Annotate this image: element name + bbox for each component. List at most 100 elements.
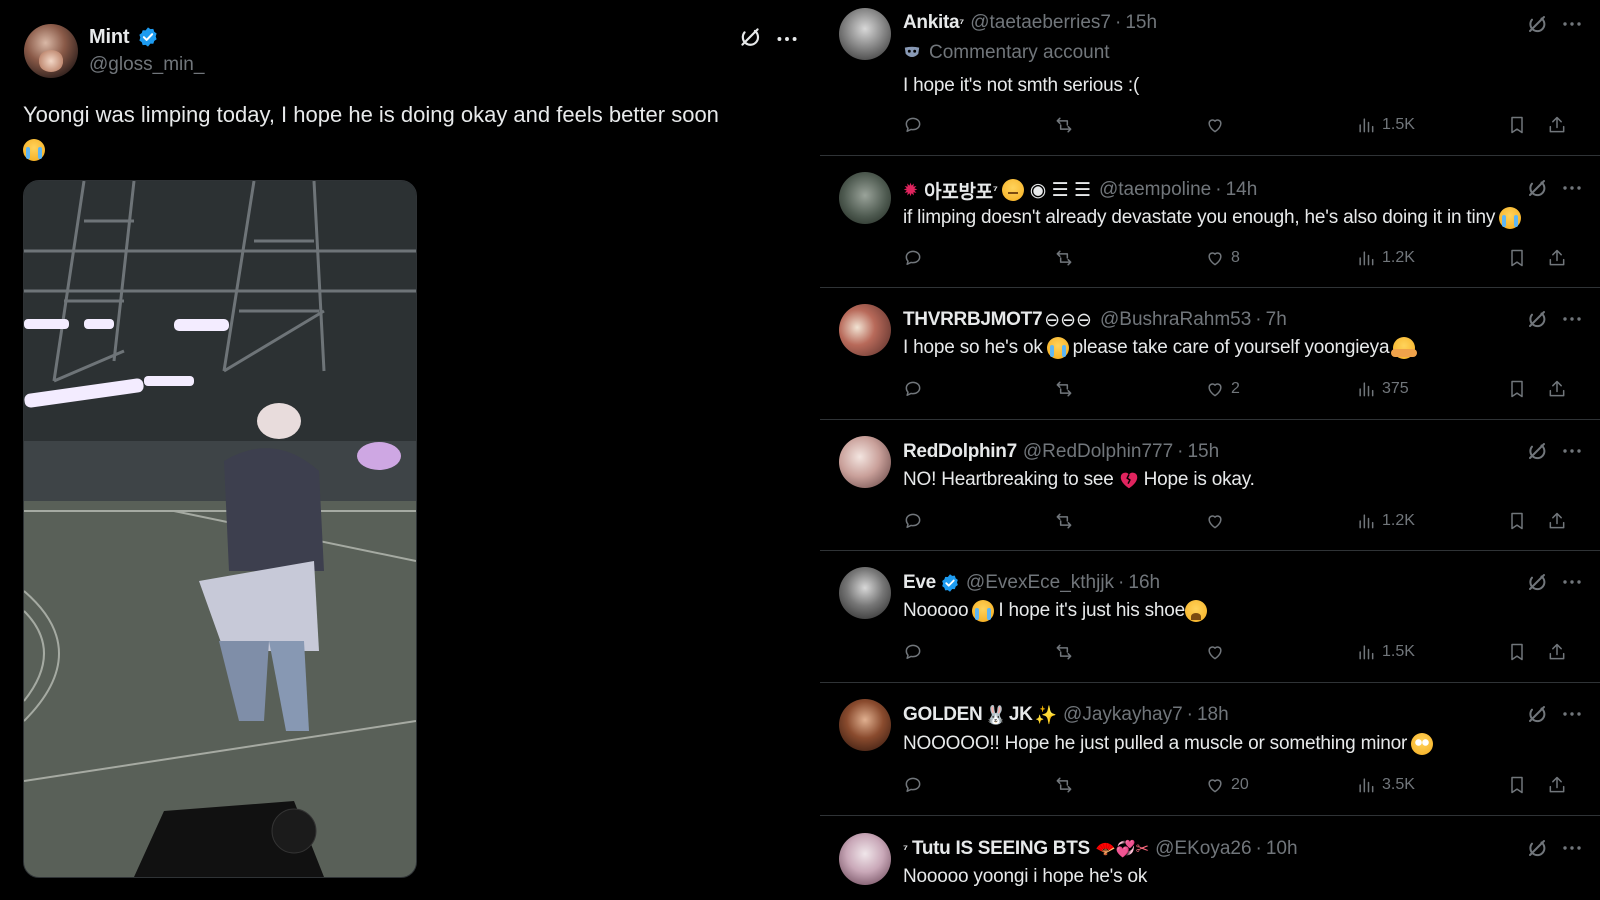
- like-button[interactable]: 20: [1205, 775, 1249, 795]
- bookmark-button[interactable]: [1507, 115, 1527, 135]
- like-button[interactable]: 2: [1205, 379, 1240, 399]
- avatar[interactable]: [24, 24, 78, 78]
- reply-author-name[interactable]: Ankita: [903, 12, 960, 34]
- reply-actions: 8 1.2K: [903, 248, 1593, 272]
- views-button[interactable]: 375: [1356, 379, 1409, 399]
- avatar[interactable]: [839, 8, 891, 60]
- avatar[interactable]: [839, 172, 891, 224]
- repost-icon: [1056, 381, 1072, 397]
- more-icon[interactable]: [774, 26, 800, 52]
- reply-author-name[interactable]: THVRRBJMOT7: [903, 309, 1043, 331]
- reply-time[interactable]: 15h: [1187, 441, 1219, 463]
- avatar[interactable]: [839, 436, 891, 488]
- author-handle[interactable]: @gloss_min_: [89, 54, 204, 76]
- share-button[interactable]: [1547, 248, 1567, 268]
- broken-heart-icon: [1120, 472, 1137, 489]
- repost-button[interactable]: [1054, 642, 1074, 662]
- reply-author-name[interactable]: 아포방포: [924, 177, 993, 204]
- reply-author-handle[interactable]: @BushraRahm53: [1100, 309, 1251, 331]
- reply-time[interactable]: 15h: [1125, 12, 1157, 34]
- reply-time[interactable]: 10h: [1266, 838, 1298, 860]
- repost-icon: [1056, 117, 1072, 133]
- reply-item[interactable]: ⁷ Tutu IS SEEING BTS 🪭💞✂ @EKoya26 · 10h …: [820, 815, 1600, 900]
- reply-item[interactable]: GOLDEN 🐰 JK ✨ @Jaykayhay7 · 18h NOOOOO!!…: [820, 682, 1600, 816]
- grok-icon[interactable]: [1525, 702, 1549, 726]
- like-button[interactable]: 8: [1205, 248, 1240, 268]
- more-icon[interactable]: [1560, 439, 1584, 463]
- repost-button[interactable]: [1054, 115, 1074, 135]
- reply-item[interactable]: Ankita ⁷ @taetaeberries7 · 15h Commentar…: [820, 0, 1600, 156]
- reply-time[interactable]: 14h: [1226, 179, 1258, 201]
- avatar[interactable]: [839, 304, 891, 356]
- avatar[interactable]: [839, 833, 891, 885]
- views-button[interactable]: 1.2K: [1356, 248, 1415, 268]
- views-button[interactable]: 1.5K: [1356, 115, 1415, 135]
- reply-author-name[interactable]: RedDolphin7: [903, 441, 1017, 463]
- reply-time[interactable]: 7h: [1266, 309, 1287, 331]
- grok-icon[interactable]: [1525, 176, 1549, 200]
- reply-item[interactable]: RedDolphin7 @RedDolphin777 · 15h NO! Hea…: [820, 419, 1600, 551]
- grok-icon[interactable]: [1525, 12, 1549, 36]
- reply-author-name[interactable]: GOLDEN: [903, 704, 983, 726]
- like-button[interactable]: [1205, 642, 1231, 662]
- like-button[interactable]: [1205, 115, 1231, 135]
- repost-button[interactable]: [1054, 775, 1074, 795]
- reply-button[interactable]: [903, 642, 923, 662]
- reply-author-handle[interactable]: @EKoya26: [1155, 838, 1251, 860]
- share-button[interactable]: [1547, 379, 1567, 399]
- reply-time[interactable]: 18h: [1197, 704, 1229, 726]
- reply-time[interactable]: 16h: [1128, 572, 1160, 594]
- share-button[interactable]: [1547, 511, 1567, 531]
- share-button[interactable]: [1547, 775, 1567, 795]
- bookmark-button[interactable]: [1507, 775, 1527, 795]
- bookmark-button[interactable]: [1507, 511, 1527, 531]
- share-button[interactable]: [1547, 642, 1567, 662]
- reply-actions: 1.5K: [903, 115, 1593, 139]
- grok-icon[interactable]: [1525, 836, 1549, 860]
- reply-item[interactable]: ✹ 아포방포 ⁷ ◉ ☰ ☰ @taempoline · 14h if limp…: [820, 155, 1600, 288]
- bookmark-button[interactable]: [1507, 379, 1527, 399]
- more-icon[interactable]: [1560, 307, 1584, 331]
- bookmark-button[interactable]: [1507, 642, 1527, 662]
- more-icon[interactable]: [1560, 570, 1584, 594]
- repost-button[interactable]: [1054, 379, 1074, 399]
- avatar[interactable]: [839, 567, 891, 619]
- repost-button[interactable]: [1054, 248, 1074, 268]
- like-button[interactable]: [1205, 511, 1231, 531]
- more-icon[interactable]: [1560, 176, 1584, 200]
- share-button[interactable]: [1547, 115, 1567, 135]
- reply-button[interactable]: [903, 775, 923, 795]
- reply-button[interactable]: [903, 115, 923, 135]
- avatar[interactable]: [839, 699, 891, 751]
- reply-item[interactable]: Eve @EvexEce_kthjjk · 16h Nooooo I hope …: [820, 550, 1600, 683]
- more-icon[interactable]: [1560, 702, 1584, 726]
- reply-button[interactable]: [903, 248, 923, 268]
- reply-author-handle[interactable]: @Jaykayhay7: [1063, 704, 1183, 726]
- reply-author-handle[interactable]: @taempoline: [1099, 179, 1211, 201]
- name-prefix: ⁷: [903, 842, 908, 856]
- views-button[interactable]: 1.5K: [1356, 642, 1415, 662]
- more-icon[interactable]: [1560, 836, 1584, 860]
- reply-author-handle[interactable]: @RedDolphin777: [1023, 441, 1173, 463]
- views-button[interactable]: 1.2K: [1356, 511, 1415, 531]
- grok-icon[interactable]: [1525, 439, 1549, 463]
- reply-author-handle[interactable]: @EvexEce_kthjjk: [966, 572, 1114, 594]
- post-video[interactable]: [23, 180, 417, 878]
- bookmark-button[interactable]: [1507, 248, 1527, 268]
- reply-item[interactable]: THVRRBJMOT7 ⊖⊖⊖ @BushraRahm53 · 7h I hop…: [820, 287, 1600, 420]
- more-icon[interactable]: [1560, 12, 1584, 36]
- author-name[interactable]: Mint: [89, 26, 129, 49]
- reply-button[interactable]: [903, 379, 923, 399]
- sad-tear-emoji-icon: [1046, 337, 1069, 359]
- grok-icon[interactable]: [1525, 570, 1549, 594]
- reply-author-handle[interactable]: @taetaeberries7: [970, 12, 1111, 34]
- reply-button[interactable]: [903, 511, 923, 531]
- reply-author-name[interactable]: Eve: [903, 572, 936, 594]
- repost-button[interactable]: [1054, 511, 1074, 531]
- reply-author-name[interactable]: Tutu IS SEEING BTS: [912, 838, 1090, 860]
- grok-icon[interactable]: [737, 24, 763, 50]
- grok-icon[interactable]: [1525, 307, 1549, 331]
- reply-text-part: Nooooo: [903, 600, 969, 621]
- reply-header: THVRRBJMOT7 ⊖⊖⊖ @BushraRahm53 · 7h: [903, 307, 1287, 333]
- views-button[interactable]: 3.5K: [1356, 775, 1415, 795]
